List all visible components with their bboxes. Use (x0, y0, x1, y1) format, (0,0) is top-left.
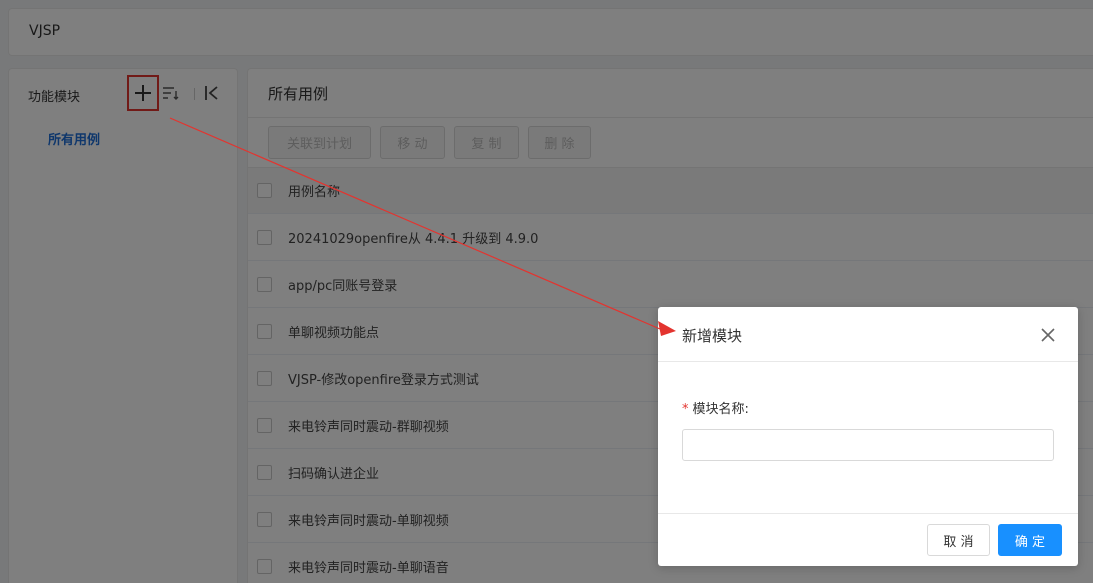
dialog-header-divider (658, 361, 1078, 362)
close-icon (1041, 328, 1055, 342)
add-module-dialog: 新增模块 * 模块名称: 取 消 确 定 (658, 307, 1078, 566)
module-name-label-text: 模块名称: (692, 402, 749, 417)
module-name-input[interactable] (682, 429, 1054, 461)
confirm-button[interactable]: 确 定 (998, 524, 1062, 556)
dialog-title: 新增模块 (682, 327, 743, 345)
required-mark: * (682, 402, 689, 417)
dialog-footer-divider (658, 513, 1078, 514)
dialog-close-button[interactable] (1038, 325, 1058, 345)
app-root: VJSP 功能模块 所有用例 所有用例 关联到计划 移 动 (0, 0, 1093, 583)
module-name-label: * 模块名称: (682, 398, 749, 417)
cancel-button[interactable]: 取 消 (927, 524, 990, 556)
